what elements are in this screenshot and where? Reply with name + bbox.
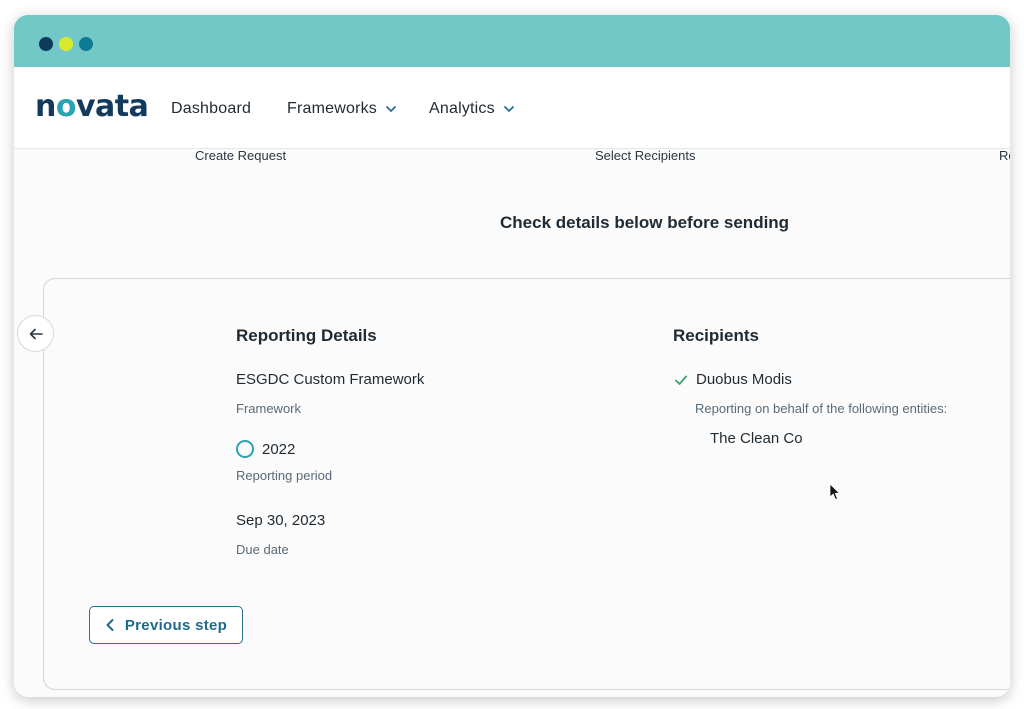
chevron-down-icon xyxy=(503,106,514,112)
nav-analytics[interactable]: Analytics xyxy=(429,100,515,118)
recipients-title: Recipients xyxy=(673,326,759,345)
entity-item: The Clean Co xyxy=(710,430,803,447)
chevron-left-icon xyxy=(106,619,114,631)
framework-value: ESGDC Custom Framework xyxy=(236,371,425,388)
step-create-request: Create Request xyxy=(195,148,287,163)
nav-dashboard[interactable]: Dashboard xyxy=(171,100,251,118)
nav-frameworks-label: Frameworks xyxy=(287,100,378,117)
nav-analytics-label: Analytics xyxy=(429,100,495,117)
reporting-period-row: 2022 xyxy=(236,440,295,458)
reporting-details-title: Reporting Details xyxy=(236,326,377,345)
step-select-recipients: Select Recipients xyxy=(595,148,696,163)
back-button[interactable] xyxy=(17,315,54,352)
due-date-label: Due date xyxy=(236,542,289,557)
maximize-window-button[interactable] xyxy=(79,37,93,51)
chevron-down-icon xyxy=(386,106,396,112)
recipient-name: Duobus Modis xyxy=(696,371,792,388)
step-review: Re xyxy=(999,148,1010,163)
window-titlebar xyxy=(14,15,1010,67)
nav-dashboard-label: Dashboard xyxy=(171,100,252,117)
close-window-button[interactable] xyxy=(39,37,53,51)
circle-outline-icon xyxy=(236,440,254,458)
previous-step-button[interactable]: Previous step xyxy=(89,606,243,644)
check-icon xyxy=(675,375,687,385)
arrow-left-icon xyxy=(29,328,43,339)
page-heading: Check details below before sending xyxy=(500,213,790,232)
recipient-row: Duobus Modis xyxy=(674,371,792,388)
behalf-label: Reporting on behalf of the following ent… xyxy=(695,401,948,416)
browser-window: novata Dashboard Frameworks Analytics Cr… xyxy=(14,15,1010,697)
reporting-period-value: 2022 xyxy=(262,440,296,458)
minimize-window-button[interactable] xyxy=(59,37,73,51)
nav-frameworks[interactable]: Frameworks xyxy=(287,100,397,118)
novata-logo[interactable]: novata xyxy=(35,89,149,124)
reporting-period-label: Reporting period xyxy=(236,468,333,483)
previous-step-label: Previous step xyxy=(124,616,228,634)
framework-label: Framework xyxy=(236,401,302,416)
due-date-value: Sep 30, 2023 xyxy=(236,512,326,529)
stepper: Create Request Select Recipients Re xyxy=(14,148,1010,168)
top-navbar: novata Dashboard Frameworks Analytics xyxy=(14,67,1010,149)
mouse-cursor-icon xyxy=(829,483,841,501)
